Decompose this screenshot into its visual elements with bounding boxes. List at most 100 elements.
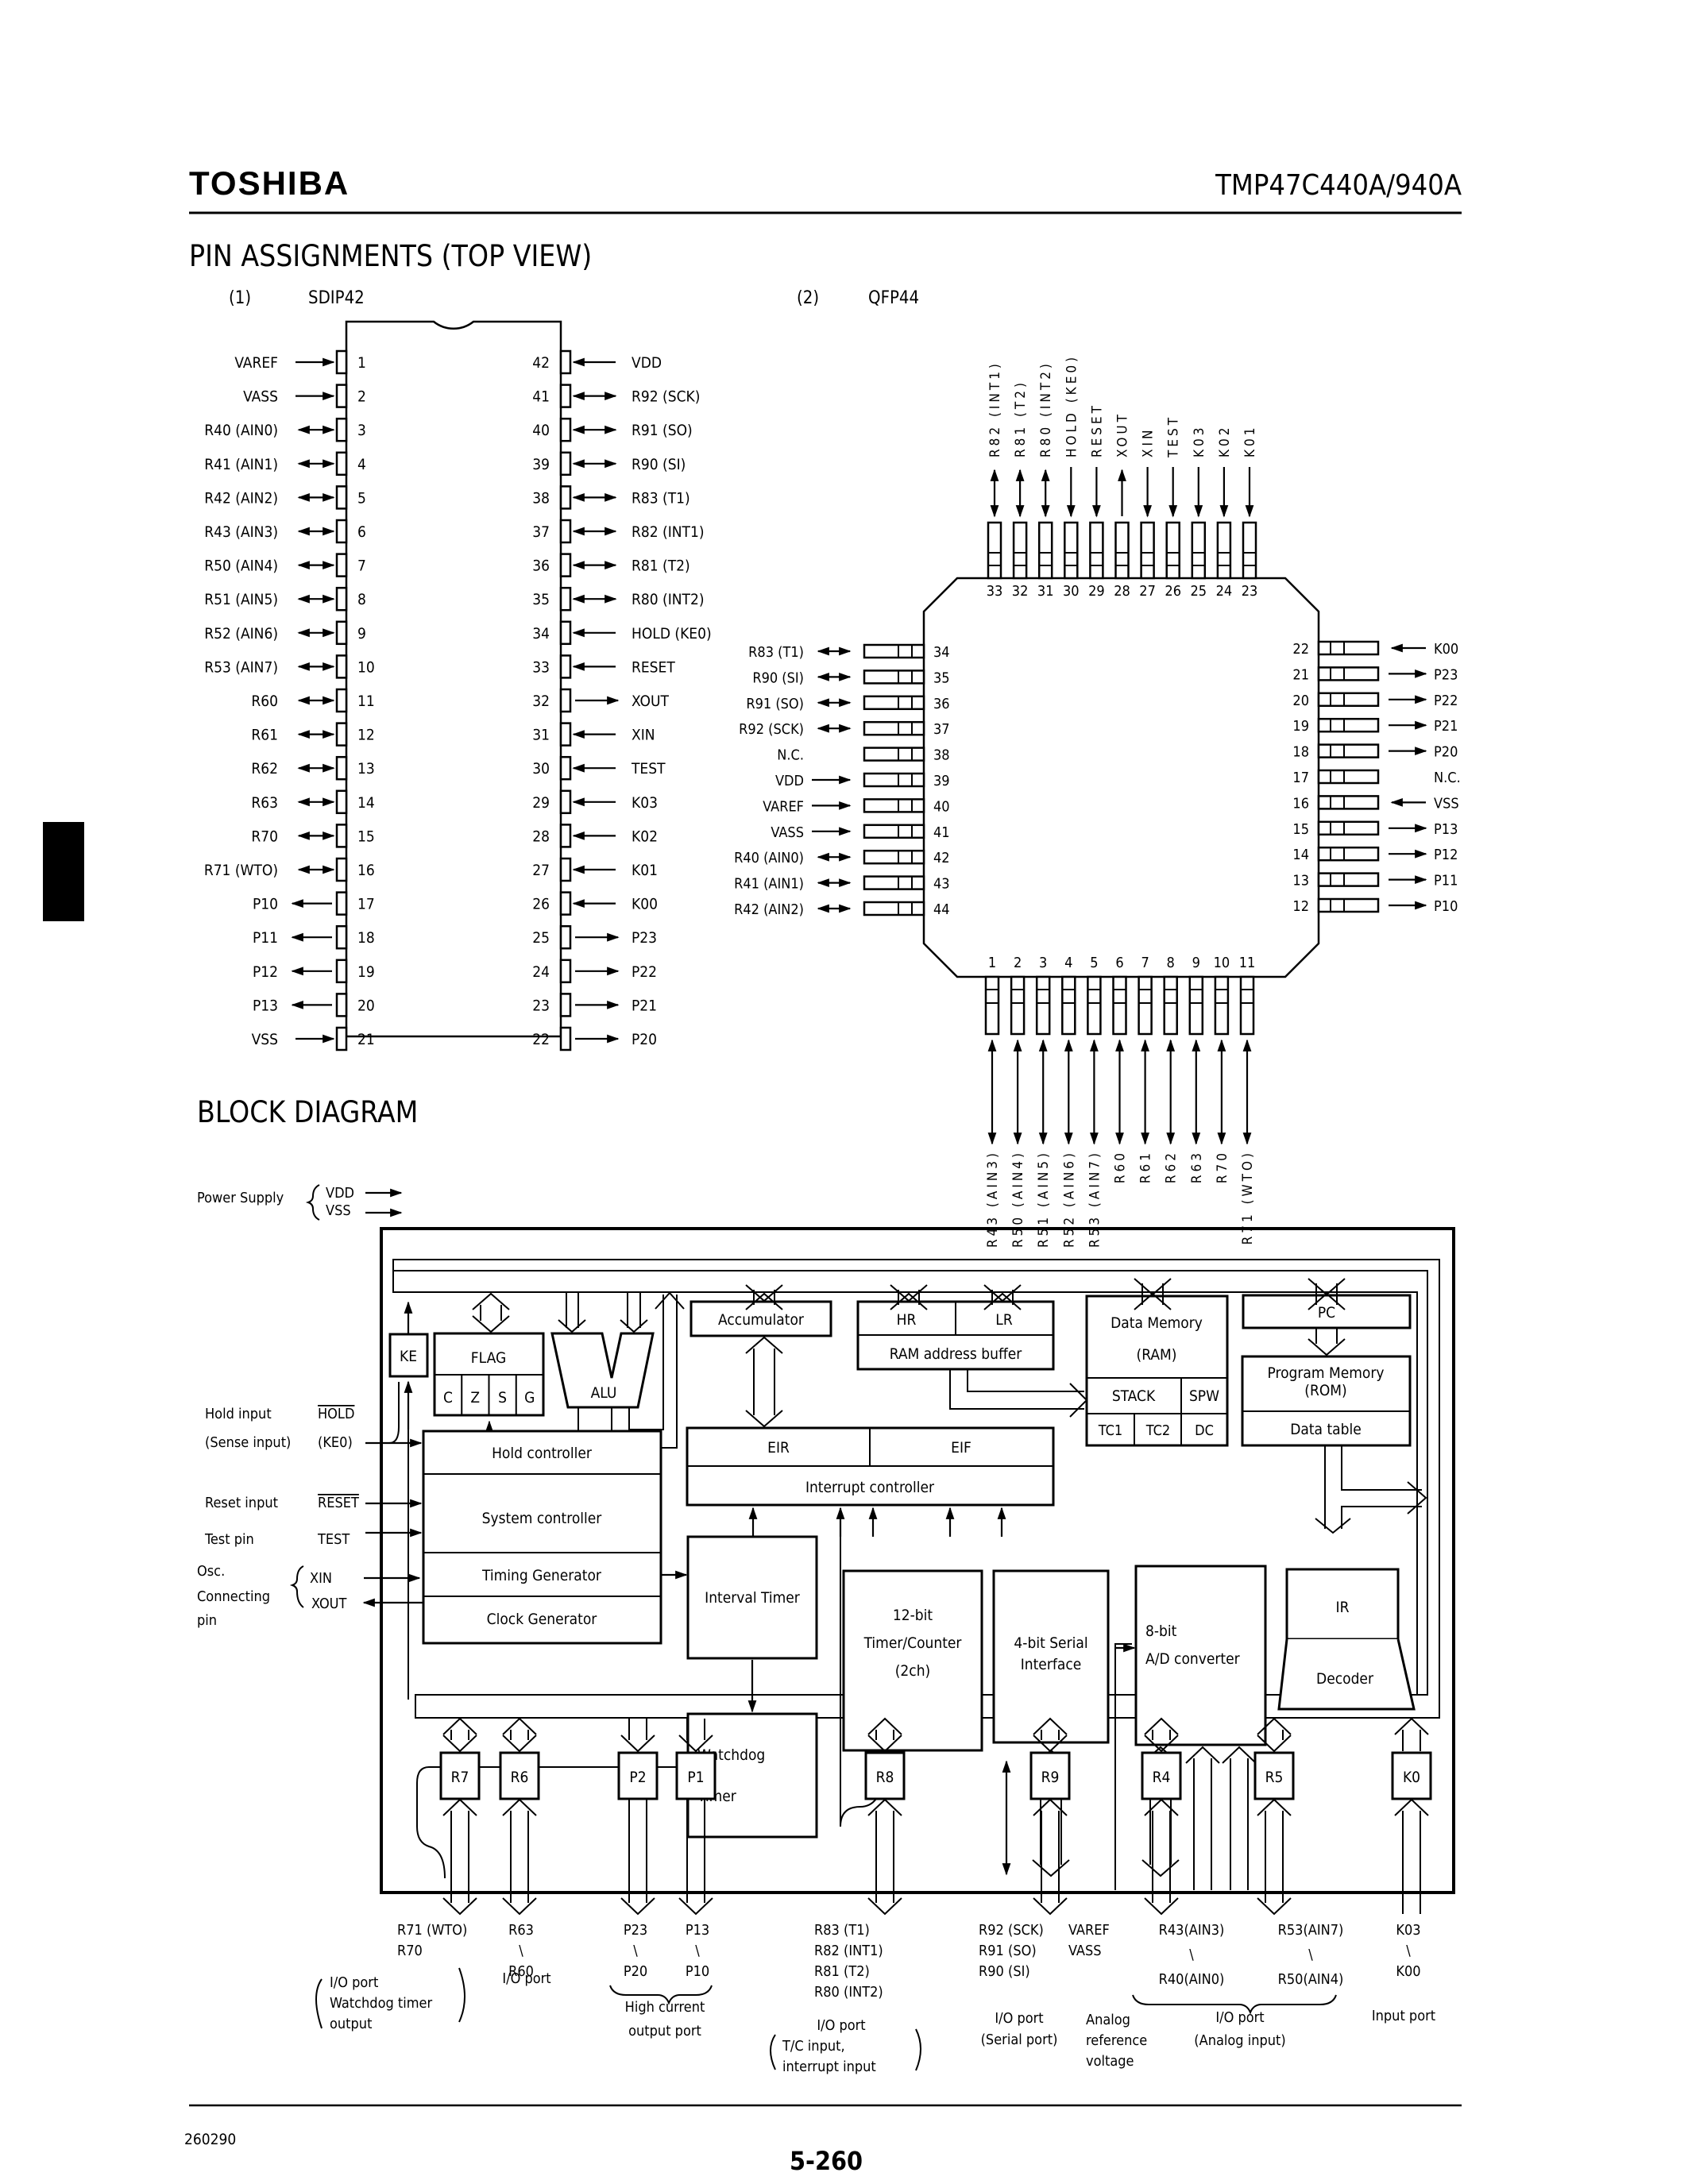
arrow [655, 1291, 685, 1310]
sdip-index: (1) [229, 288, 251, 308]
qfp-pin-39: 39 VDD [775, 772, 950, 789]
ram-addr-bus [967, 1369, 1084, 1392]
pin-number: 32 [532, 693, 550, 710]
pin-number: 14 [1292, 847, 1309, 863]
qfp-pin-20: 20 P22 [1292, 692, 1458, 709]
qfp-pin-35: 35 R90 (SI) [752, 669, 950, 686]
port-note: T/C input, [782, 2038, 845, 2055]
pin-label: P22 [632, 963, 657, 981]
hr-label: HR [897, 1311, 917, 1329]
pin-number: 7 [357, 558, 366, 575]
port-pin-label: \ [695, 1943, 700, 1959]
pin-lead [1035, 975, 1051, 1036]
ram-label: (RAM) [1137, 1346, 1177, 1364]
arrow-head-down [1308, 1338, 1346, 1356]
pin-label: XIN [1141, 427, 1157, 457]
pin-label: P22 [1434, 693, 1458, 709]
ram-address-buffer-label: RAM address buffer [890, 1345, 1023, 1363]
pin-number: 34 [532, 625, 550, 642]
pin-lead [1317, 743, 1380, 758]
pin-label: R42 (AIN2) [734, 901, 804, 918]
pin-label: R53 (AIN7) [1087, 1150, 1103, 1248]
arrow-head-down [1144, 1897, 1179, 1916]
qfp-pin-14: 14 P12 [1292, 846, 1458, 863]
pin-number: 15 [357, 828, 375, 845]
system-controller-label: System controller [482, 1510, 603, 1527]
port-note: (Serial port) [981, 2032, 1058, 2048]
pin-label: TEST [1166, 415, 1182, 458]
arrow-head-up [472, 1292, 510, 1310]
pin-label: VAREF [763, 798, 804, 815]
pin-lead [1239, 975, 1255, 1036]
pin-lead [1242, 521, 1257, 580]
brace [305, 1184, 320, 1221]
pin-lead [1317, 640, 1380, 656]
xin-label: XIN [310, 1570, 332, 1587]
port-pin-label: P10 [686, 1963, 709, 1980]
qfp-pin-43: 43 R41 (AIN1) [734, 875, 950, 893]
port-pin-label: R53(AIN7) [1278, 1922, 1344, 1939]
arrow-head-down [502, 1897, 537, 1916]
pin-label: K02 [1217, 425, 1233, 457]
qfp-pin-40: 40 VAREF [763, 798, 950, 815]
arrow-head-up [1394, 1798, 1429, 1816]
pin-label: R82 (INT1) [987, 361, 1003, 457]
pin-label: R51 (AIN5) [204, 591, 278, 608]
port-pin-labels: R71 (WTO)R70R63\R60P23\P20P13\P10R83 (T1… [397, 1922, 1421, 2015]
pin-lead [559, 891, 572, 916]
pin-label: R41 (AIN1) [734, 876, 804, 893]
pin-label: P12 [253, 963, 278, 981]
port-bus-out [620, 1800, 655, 1916]
pin-number: 2 [1014, 955, 1022, 971]
pin-lead [1216, 521, 1232, 580]
pin-number: 29 [1088, 583, 1105, 600]
pin-label: R50 (AIN4) [204, 558, 278, 575]
qfp-pin-3: 3 R51 (AIN5) [1035, 955, 1052, 1248]
pin-number: 30 [1063, 583, 1080, 600]
pin-lead [1140, 521, 1155, 580]
pin-lead [335, 824, 348, 848]
pin-number: 18 [1292, 744, 1309, 761]
pin-label: R71 (WTO) [1240, 1150, 1256, 1244]
arrow-head-up [1257, 1798, 1292, 1816]
sdip-pin-37: 37 R82 (INT1) [532, 519, 705, 544]
sdip-pin-19: 19 P12 [253, 959, 375, 984]
pin-label: P10 [1434, 898, 1458, 915]
pin-number: 34 [933, 644, 950, 661]
pin-lead [863, 695, 925, 711]
sdip-pin-23: 23 P21 [532, 993, 657, 1017]
sdip-pin-20: 20 P13 [253, 993, 375, 1017]
connecting-label: Connecting [197, 1588, 270, 1605]
pin-number: 39 [532, 456, 550, 473]
ke-label: KE [400, 1348, 417, 1365]
pin-number: 1 [357, 354, 366, 372]
port-pin-label: R81 (T2) [814, 1963, 870, 1980]
acc-eir-arrow [745, 1336, 783, 1428]
test-pin-label: Test pin [204, 1531, 254, 1548]
qfp-pin-29: 29 RESET [1088, 403, 1105, 600]
ir-decoder-block: IR Decoder [1277, 1568, 1416, 1711]
pin-lead [335, 722, 348, 747]
interrupt-controller-label: Interrupt controller [805, 1479, 935, 1496]
ad-converter-block: 8-bit A/D converter [1114, 1565, 1267, 1890]
port-note: I/O port [995, 2010, 1043, 2027]
arrow-head-down [1257, 1897, 1292, 1916]
pin-number: 24 [1216, 583, 1233, 600]
qfp-pin-26: 26 TEST [1165, 415, 1181, 600]
pin-label: P11 [1434, 873, 1458, 889]
data-table-label: Data table [1290, 1421, 1362, 1438]
port-note: High current [625, 1999, 705, 2016]
pin-number: 44 [933, 901, 950, 918]
arrow [620, 1319, 648, 1333]
pin-number: 27 [1139, 583, 1156, 600]
pin-lead [559, 586, 572, 612]
pin-lead [335, 959, 348, 984]
pin-number: 43 [933, 876, 950, 893]
port-note: output port [628, 2023, 701, 2039]
sdip-pin-18: 18 P11 [253, 924, 375, 950]
tc1-label: TC1 [1098, 1422, 1122, 1439]
pin-label: P11 [253, 929, 278, 947]
qfp-pin-31: 31 R80 (INT2) [1037, 361, 1054, 600]
pin-lead [335, 789, 348, 815]
port-note: Analog [1086, 2012, 1130, 2028]
